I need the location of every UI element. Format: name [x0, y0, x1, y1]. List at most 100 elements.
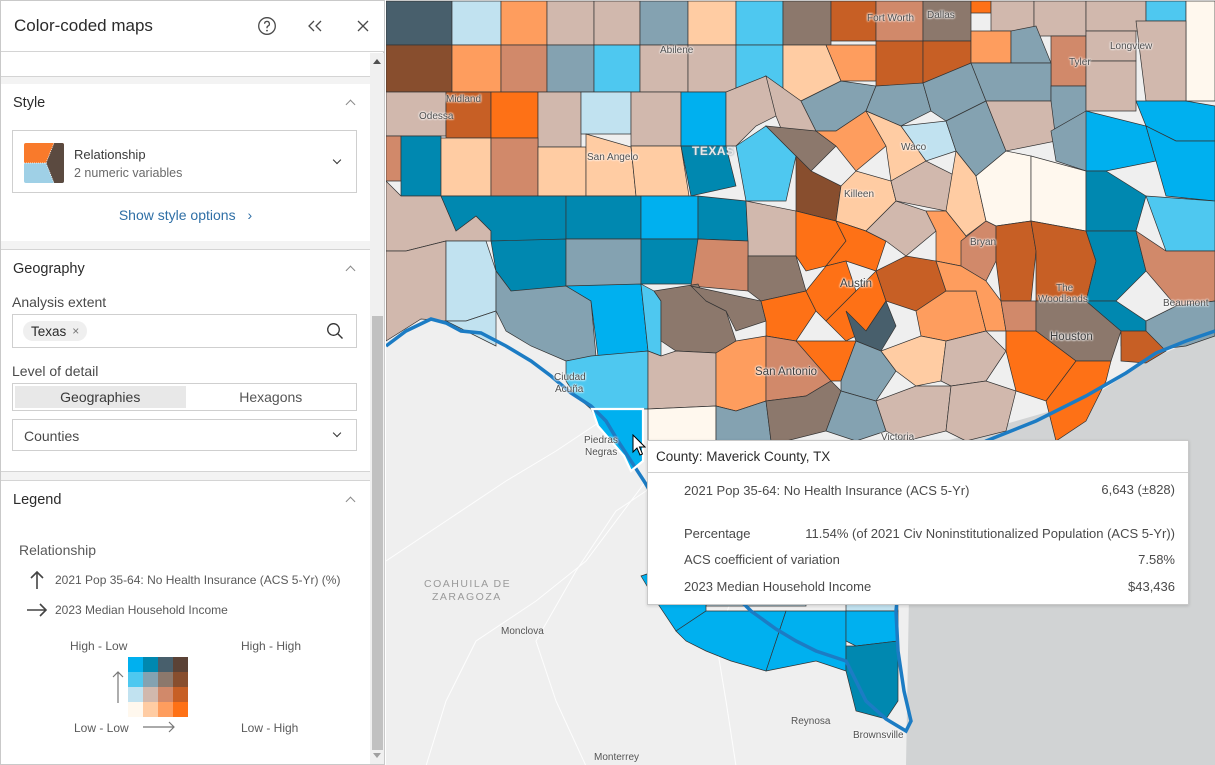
county-polygon[interactable]	[593, 1, 641, 46]
county-polygon[interactable]	[440, 137, 492, 197]
popup-row-value-coefficient-variation: 7.58%	[1138, 552, 1175, 567]
county-choropleth-layer[interactable]	[386, 1, 1215, 765]
county-polygon[interactable]	[445, 91, 492, 139]
popup-row-label-no-health-insurance: 2021 Pop 35-64: No Health Insurance (ACS…	[684, 483, 970, 498]
county-polygon[interactable]	[1085, 60, 1137, 112]
county-polygon[interactable]	[1085, 170, 1147, 232]
county-polygon[interactable]	[565, 350, 649, 410]
county-polygon[interactable]	[990, 1, 1035, 32]
county-polygon[interactable]	[400, 135, 442, 197]
county-polygon[interactable]	[845, 610, 899, 647]
arrow-right-icon	[27, 603, 48, 617]
county-polygon[interactable]	[1030, 220, 1097, 302]
county-polygon[interactable]	[640, 238, 699, 285]
county-polygon[interactable]	[386, 44, 453, 93]
county-polygon[interactable]	[1085, 30, 1137, 62]
county-polygon[interactable]	[875, 385, 952, 442]
popup-row-label-median-income: 2023 Median Household Income	[684, 579, 872, 594]
county-polygon[interactable]	[585, 133, 637, 197]
legend-cell	[173, 687, 188, 702]
collapse-panel-button[interactable]	[303, 14, 327, 38]
county-polygon[interactable]	[500, 44, 548, 93]
show-style-options-link[interactable]: Show style options ›	[1, 207, 370, 223]
scroll-down-arrow-icon[interactable]	[373, 753, 381, 758]
county-polygon[interactable]	[1135, 20, 1187, 102]
help-button[interactable]	[255, 14, 279, 38]
chip-remove-icon[interactable]: ×	[72, 324, 79, 338]
county-polygon[interactable]	[697, 195, 749, 242]
county-polygon[interactable]	[639, 44, 689, 93]
county-polygon[interactable]	[680, 145, 737, 197]
map-view[interactable]: Abilene Midland Odessa San Angelo TEXAS …	[386, 0, 1215, 765]
geography-level-select[interactable]: Counties	[12, 419, 357, 451]
county-polygon[interactable]	[1033, 1, 1087, 37]
county-polygon[interactable]	[451, 1, 502, 46]
county-polygon[interactable]	[745, 200, 797, 257]
county-polygon[interactable]	[875, 40, 924, 87]
county-polygon[interactable]	[565, 195, 642, 240]
county-polygon[interactable]	[690, 238, 749, 292]
scrollbar-thumb[interactable]	[372, 316, 383, 750]
county-polygon[interactable]	[795, 155, 842, 222]
county-polygon[interactable]	[970, 1, 992, 14]
chip-label: Texas	[31, 323, 67, 339]
style-section-title: Style	[13, 95, 46, 111]
collapse-style-chevron-icon[interactable]	[345, 99, 356, 110]
county-polygon[interactable]	[830, 1, 877, 42]
collapse-legend-chevron-icon[interactable]	[345, 496, 356, 507]
style-selector[interactable]: Relationship 2 numeric variables	[12, 130, 357, 193]
county-polygon[interactable]	[630, 91, 682, 147]
county-polygon[interactable]	[647, 405, 717, 442]
county-polygon[interactable]	[680, 91, 727, 147]
analysis-extent-input[interactable]: Texas ×	[12, 314, 357, 348]
county-polygon[interactable]	[687, 1, 737, 46]
search-icon[interactable]	[326, 322, 344, 340]
county-polygon[interactable]	[537, 146, 587, 197]
panel-scrollbar[interactable]	[370, 53, 384, 764]
county-polygon[interactable]	[490, 91, 539, 139]
county-polygon[interactable]	[546, 44, 595, 93]
county-polygon[interactable]	[647, 350, 717, 410]
county-polygon[interactable]	[500, 1, 548, 46]
county-polygon[interactable]	[386, 135, 402, 182]
county-polygon[interactable]	[640, 195, 699, 240]
close-button[interactable]	[351, 14, 375, 38]
county-polygon[interactable]	[1185, 1, 1215, 102]
popup-row-value-no-health-insurance: 6,643 (±828)	[1101, 482, 1175, 497]
county-polygon[interactable]	[386, 91, 447, 137]
county-polygon[interactable]	[735, 1, 784, 46]
county-polygon[interactable]	[1050, 35, 1087, 87]
county-polygon[interactable]	[639, 1, 689, 46]
legend-corner-low-low: Low - Low	[74, 721, 129, 735]
county-polygon[interactable]	[1145, 1, 1187, 22]
legend-axis-right-arrow-icon	[143, 721, 175, 733]
county-polygon[interactable]	[546, 1, 595, 46]
collapse-geography-chevron-icon[interactable]	[345, 265, 356, 276]
double-chevron-left-icon	[308, 20, 322, 32]
level-of-detail-toggle: Geographies Hexagons	[12, 383, 357, 411]
county-polygon[interactable]	[1085, 230, 1147, 302]
segment-geographies[interactable]: Geographies	[15, 386, 186, 408]
county-polygon[interactable]	[451, 44, 502, 93]
county-polygon[interactable]	[580, 91, 632, 135]
county-polygon[interactable]	[490, 137, 539, 197]
county-polygon[interactable]	[593, 44, 641, 93]
county-polygon[interactable]	[875, 1, 924, 42]
popup-title: County: Maverick County, TX	[656, 449, 831, 464]
segment-hexagons[interactable]: Hexagons	[186, 384, 357, 410]
legend-cell	[173, 657, 188, 672]
county-polygon[interactable]	[995, 220, 1037, 302]
county-polygon[interactable]	[630, 145, 690, 197]
county-polygon[interactable]	[445, 240, 497, 322]
county-polygon[interactable]	[386, 1, 453, 46]
legend-cell	[143, 702, 158, 717]
county-polygon[interactable]	[537, 91, 582, 148]
county-polygon[interactable]	[782, 1, 832, 46]
scroll-up-arrow-icon[interactable]	[373, 59, 381, 64]
chevron-right-icon: ›	[247, 207, 253, 223]
county-polygon[interactable]	[970, 30, 1012, 64]
county-polygon[interactable]	[922, 1, 972, 42]
county-polygon[interactable]	[1145, 195, 1215, 252]
county-polygon[interactable]	[687, 44, 737, 93]
county-polygon[interactable]	[565, 238, 642, 287]
